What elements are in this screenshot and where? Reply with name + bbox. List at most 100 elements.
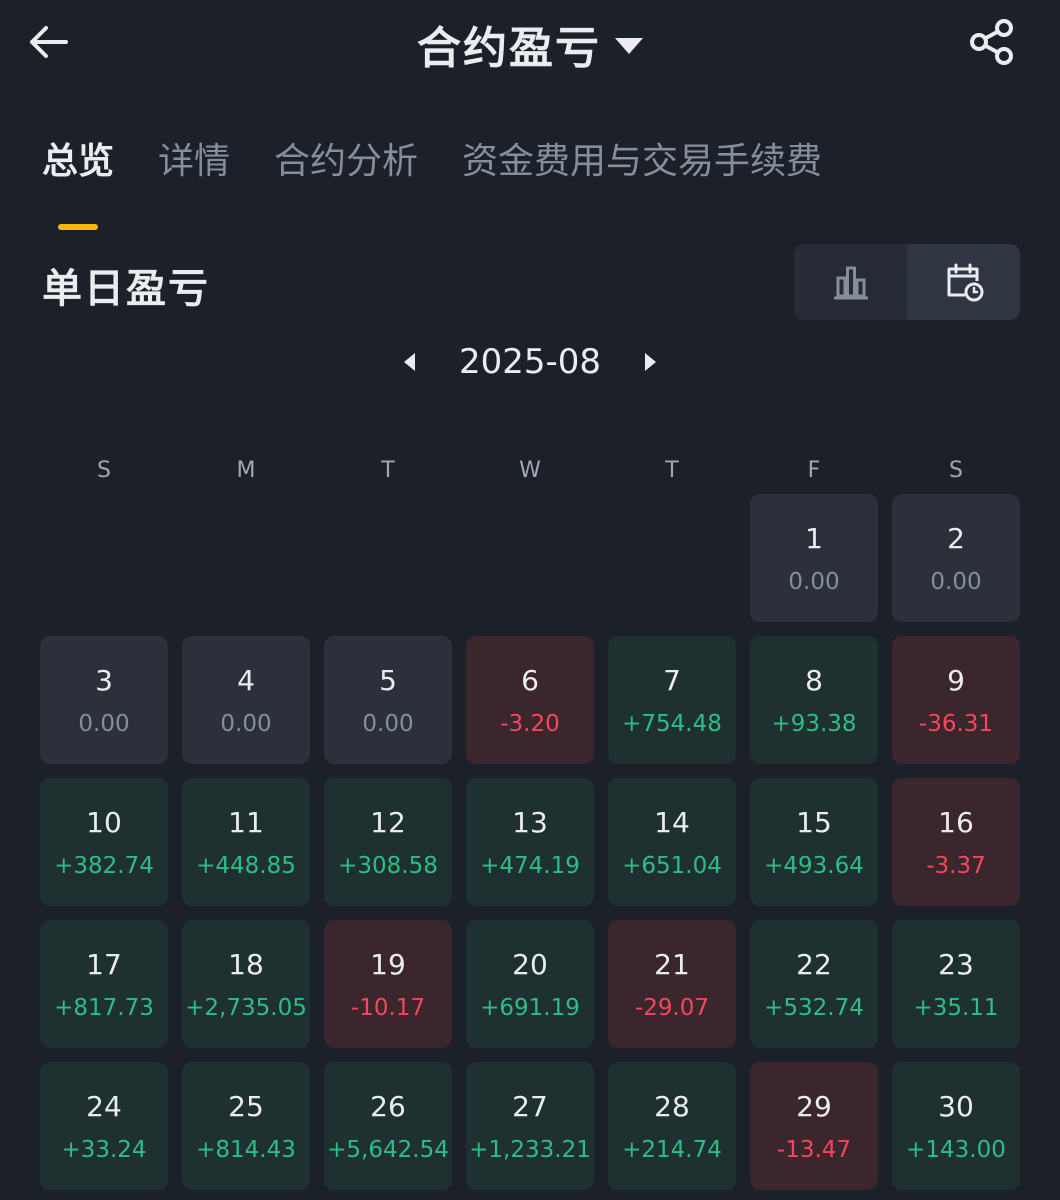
day-pnl-value: +214.74 xyxy=(622,1136,722,1163)
prev-month-button[interactable] xyxy=(395,342,425,382)
calendar-day-cell[interactable]: 8 +93.38 xyxy=(750,636,878,764)
calendar-blank-cell xyxy=(40,494,168,622)
day-pnl-value: +691.19 xyxy=(480,994,580,1021)
day-number: 3 xyxy=(95,663,113,697)
day-number: 19 xyxy=(370,947,406,981)
tab-contract-analysis[interactable]: 合约分析 xyxy=(274,132,418,184)
day-pnl-value: -3.37 xyxy=(926,852,986,879)
calendar-day-cell[interactable]: 29 -13.47 xyxy=(750,1062,878,1190)
day-number: 26 xyxy=(370,1089,406,1123)
bar-chart-icon xyxy=(833,266,868,300)
day-number: 22 xyxy=(796,947,832,981)
calendar-day-cell[interactable]: 15 +493.64 xyxy=(750,778,878,906)
day-pnl-value: -10.17 xyxy=(350,994,426,1021)
day-pnl-value: +474.19 xyxy=(480,852,580,879)
day-pnl-value: +33.24 xyxy=(61,1136,147,1163)
day-pnl-value: +2,735.05 xyxy=(185,994,307,1021)
day-pnl-value: -13.47 xyxy=(776,1136,852,1163)
day-pnl-value: +382.74 xyxy=(54,852,154,879)
weekday-wed: W xyxy=(519,458,541,483)
share-icon xyxy=(970,19,1013,65)
day-pnl-value: 0.00 xyxy=(362,710,414,737)
calendar-day-cell[interactable]: 9 -36.31 xyxy=(892,636,1020,764)
calendar-day-cell[interactable]: 14 +651.04 xyxy=(608,778,736,906)
tab-fees-label: 资金费用与交易手续费 xyxy=(462,141,823,182)
caret-left-icon xyxy=(404,353,416,371)
calendar-day-cell[interactable]: 6 -3.20 xyxy=(466,636,594,764)
calendar-day-cell[interactable]: 21 -29.07 xyxy=(608,920,736,1048)
calendar-day-cell[interactable]: 23 +35.11 xyxy=(892,920,1020,1048)
caret-down-icon xyxy=(615,38,643,54)
day-number: 6 xyxy=(521,663,539,697)
daily-pnl-title: 单日盈亏 xyxy=(42,266,210,312)
day-number: 9 xyxy=(947,663,965,697)
page-title-dropdown[interactable]: 合约盈亏 xyxy=(0,12,1060,76)
day-pnl-value: +1,233.21 xyxy=(469,1136,591,1163)
day-pnl-value: 0.00 xyxy=(78,710,130,737)
tab-bar: 总览 详情 合约分析 资金费用与交易手续费 xyxy=(42,132,822,230)
calendar-day-cell[interactable]: 25 +814.43 xyxy=(182,1062,310,1190)
day-pnl-value: +5,642.54 xyxy=(327,1136,449,1163)
day-number: 21 xyxy=(654,947,690,981)
day-pnl-value: +448.85 xyxy=(196,852,296,879)
calendar-view-button[interactable] xyxy=(907,244,1020,320)
calendar-day-cell[interactable]: 12 +308.58 xyxy=(324,778,452,906)
tab-details-label: 详情 xyxy=(158,141,231,182)
day-number: 14 xyxy=(654,805,690,839)
day-pnl-value: +93.38 xyxy=(771,710,857,737)
day-pnl-value: -36.31 xyxy=(918,710,994,737)
day-number: 5 xyxy=(379,663,397,697)
calendar-day-cell[interactable]: 16 -3.37 xyxy=(892,778,1020,906)
calendar-day-cell[interactable]: 4 0.00 xyxy=(182,636,310,764)
day-number: 15 xyxy=(796,805,832,839)
day-number: 23 xyxy=(938,947,974,981)
day-number: 16 xyxy=(938,805,974,839)
tab-details[interactable]: 详情 xyxy=(158,132,230,184)
tab-overview-label: 总览 xyxy=(42,141,115,182)
calendar-day-cell[interactable]: 5 0.00 xyxy=(324,636,452,764)
calendar-day-cell[interactable]: 26 +5,642.54 xyxy=(324,1062,452,1190)
calendar-day-cell[interactable]: 1 0.00 xyxy=(750,494,878,622)
calendar-blank-cell xyxy=(182,494,310,622)
calendar-day-cell[interactable]: 11 +448.85 xyxy=(182,778,310,906)
calendar-day-cell[interactable]: 27 +1,233.21 xyxy=(466,1062,594,1190)
day-pnl-value: 0.00 xyxy=(930,568,982,595)
month-navigator: 2025-08 xyxy=(0,342,1060,382)
calendar-clock-icon xyxy=(947,263,983,302)
caret-right-icon xyxy=(644,353,656,371)
share-button[interactable] xyxy=(964,14,1020,70)
calendar-day-cell[interactable]: 30 +143.00 xyxy=(892,1062,1020,1190)
day-pnl-value: -29.07 xyxy=(634,994,710,1021)
calendar-day-cell[interactable]: 24 +33.24 xyxy=(40,1062,168,1190)
calendar-day-cell[interactable]: 17 +817.73 xyxy=(40,920,168,1048)
view-toggle xyxy=(794,244,1020,320)
day-pnl-value: +754.48 xyxy=(622,710,722,737)
day-pnl-value: +814.43 xyxy=(196,1136,296,1163)
next-month-button[interactable] xyxy=(635,342,665,382)
pnl-calendar: 1 0.00 2 0.00 3 0.00 4 0.00 5 0.00 6 -3.20 7 +754.48 8… xyxy=(40,494,1020,1190)
weekday-sun: S xyxy=(97,458,111,483)
day-number: 24 xyxy=(86,1089,122,1123)
day-pnl-value: +493.64 xyxy=(764,852,864,879)
day-number: 11 xyxy=(228,805,264,839)
calendar-day-cell[interactable]: 3 0.00 xyxy=(40,636,168,764)
calendar-day-cell[interactable]: 7 +754.48 xyxy=(608,636,736,764)
calendar-day-cell[interactable]: 10 +382.74 xyxy=(40,778,168,906)
calendar-day-cell[interactable]: 2 0.00 xyxy=(892,494,1020,622)
calendar-day-cell[interactable]: 13 +474.19 xyxy=(466,778,594,906)
bar-chart-view-button[interactable] xyxy=(794,244,907,320)
tab-fees[interactable]: 资金费用与交易手续费 xyxy=(462,132,822,184)
day-number: 7 xyxy=(663,663,681,697)
day-pnl-value: +35.11 xyxy=(913,994,999,1021)
calendar-day-cell[interactable]: 22 +532.74 xyxy=(750,920,878,1048)
calendar-day-cell[interactable]: 20 +691.19 xyxy=(466,920,594,1048)
day-pnl-value: 0.00 xyxy=(220,710,272,737)
tab-overview[interactable]: 总览 xyxy=(42,132,115,230)
day-pnl-value: 0.00 xyxy=(788,568,840,595)
calendar-day-cell[interactable]: 19 -10.17 xyxy=(324,920,452,1048)
calendar-day-cell[interactable]: 28 +214.74 xyxy=(608,1062,736,1190)
tab-contract-analysis-label: 合约分析 xyxy=(274,141,419,182)
day-pnl-value: +308.58 xyxy=(338,852,438,879)
calendar-blank-cell xyxy=(608,494,736,622)
calendar-day-cell[interactable]: 18 +2,735.05 xyxy=(182,920,310,1048)
